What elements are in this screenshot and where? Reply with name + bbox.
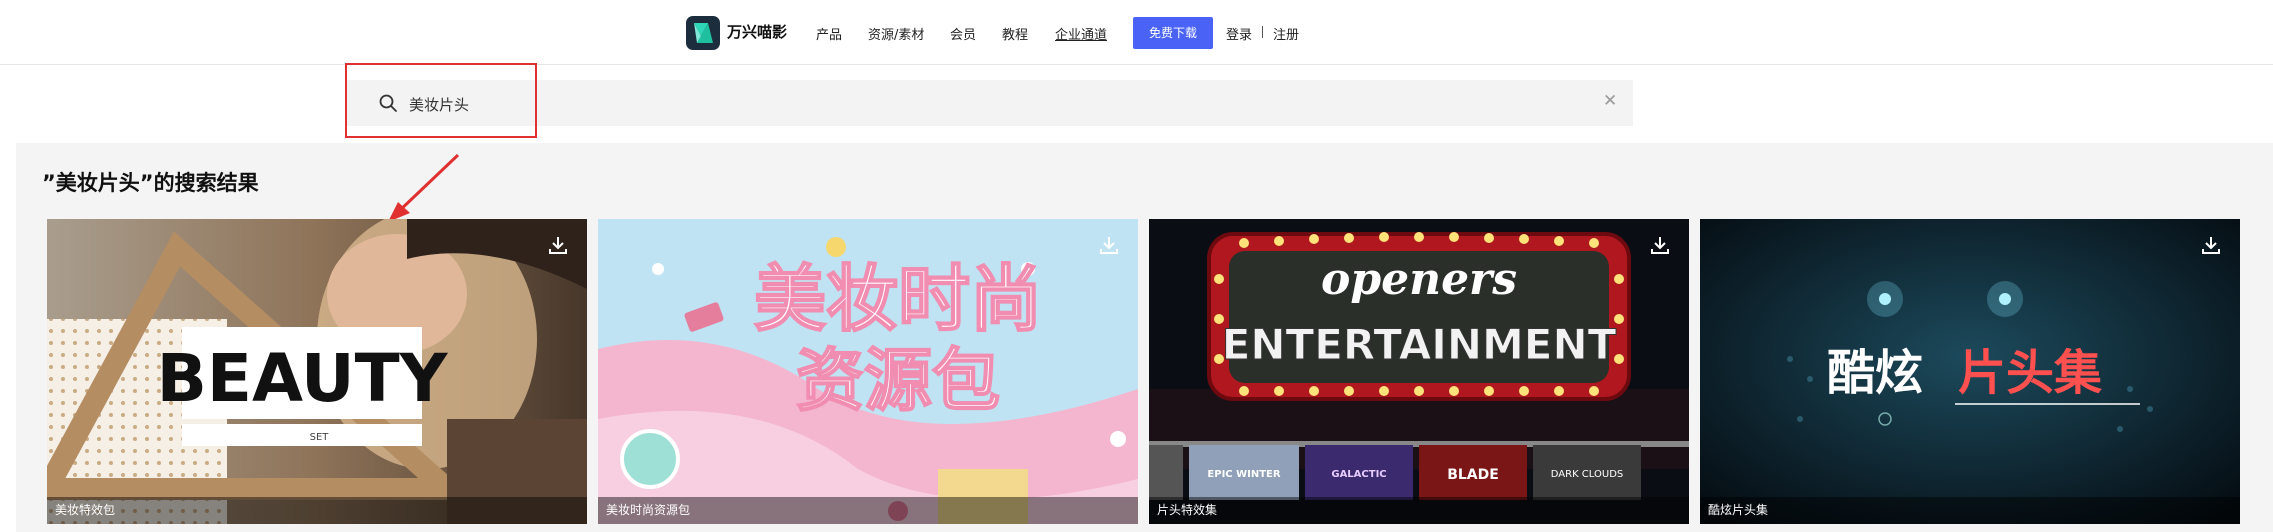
result-card[interactable]: openers ENTERTAINMENT EPIC WINTER GALACT…	[1149, 219, 1689, 524]
makeup-art-subtitle: 资源包	[796, 342, 1000, 421]
result-card[interactable]: BEAUTY SET 美妆特效包	[47, 219, 587, 524]
card-label: 酷炫片头集	[1700, 497, 2240, 524]
card-label: 片头特效集	[1149, 497, 1689, 524]
makeup-thumbnail: 美妆时尚 资源包	[598, 219, 1138, 524]
annotation-highlight-box	[345, 63, 537, 138]
brand-logo-icon[interactable]	[686, 16, 720, 50]
download-icon[interactable]	[547, 234, 569, 260]
dark-clouds-thumb-label: DARK CLOUDS	[1551, 469, 1624, 480]
cool-intro-thumbnail: 酷炫 片头集	[1700, 219, 2240, 524]
download-icon[interactable]	[2200, 234, 2222, 260]
cool-art-accent: 片头集	[1958, 345, 2102, 401]
nav-tutorials[interactable]: 教程	[1002, 24, 1028, 43]
results-title: ”美妆片头”的搜索结果	[42, 171, 259, 195]
download-icon[interactable]	[1098, 234, 1120, 260]
brand-name[interactable]: 万兴喵影	[727, 21, 787, 42]
clear-search-icon[interactable]: ✕	[1603, 91, 1617, 111]
openers-art-title: openers	[1321, 254, 1517, 305]
makeup-art-title: 美妆时尚	[754, 257, 1042, 341]
nav-resources[interactable]: 资源/素材	[868, 24, 924, 43]
free-download-button[interactable]: 免费下载	[1133, 17, 1213, 49]
openers-art-subtitle: ENTERTAINMENT	[1222, 320, 1617, 369]
beauty-thumbnail: BEAUTY SET	[47, 219, 587, 524]
cool-art-word: 酷炫	[1827, 345, 1923, 401]
annotation-arrow-icon	[388, 153, 460, 222]
login-register-divider	[1262, 26, 1263, 38]
galactic-thumb-label: GALACTIC	[1331, 469, 1386, 480]
beauty-art-subtext: SET	[310, 432, 330, 443]
result-card[interactable]: 酷炫 片头集 酷炫片头集	[1700, 219, 2240, 524]
epic-winter-thumb-label: EPIC WINTER	[1207, 469, 1280, 480]
nav-enterprise[interactable]: 企业通道	[1055, 24, 1107, 43]
result-card[interactable]: 美妆时尚 资源包 美妆时尚资源包	[598, 219, 1138, 524]
blade-thumb-label: BLADE	[1447, 467, 1499, 483]
nav-membership[interactable]: 会员	[950, 24, 976, 43]
download-icon[interactable]	[1649, 234, 1671, 260]
card-label: 美妆特效包	[47, 497, 587, 524]
nav-products[interactable]: 产品	[816, 24, 842, 43]
register-link[interactable]: 注册	[1273, 24, 1299, 43]
openers-thumbnail: openers ENTERTAINMENT EPIC WINTER GALACT…	[1149, 219, 1689, 524]
card-label: 美妆时尚资源包	[598, 497, 1138, 524]
beauty-art-text: BEAUTY	[157, 340, 449, 417]
login-link[interactable]: 登录	[1226, 24, 1252, 43]
search-bar[interactable]	[345, 80, 1633, 126]
